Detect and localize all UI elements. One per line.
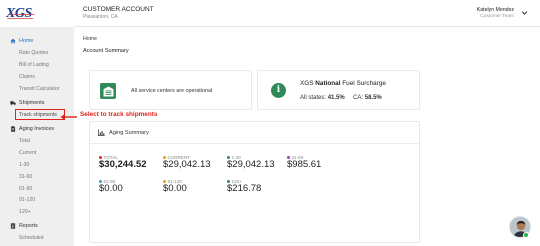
metric-total-value: $30,244.52 [99,159,147,170]
fuel-title-bold: National [315,80,341,87]
page-title: Account Summary [83,48,129,54]
app-root: XGS Home Rate Quotes Bill of Lading Clai… [0,0,540,246]
sidebar-item-transit-calculator[interactable]: Transit Calculator [0,83,74,95]
fuel-title-suffix: Fuel Surcharge [342,80,386,87]
ca-value: 58.5% [364,95,382,101]
ca-label: CA: [353,95,364,101]
sidebar-item-aging-120-plus[interactable]: 120+ [0,206,74,218]
top-header: CUSTOMER ACCOUNT Pleasanton, CA Katelyn … [74,0,540,27]
sidebar-item-aging-31-60[interactable]: 31-60 [0,171,74,183]
metric-61-90-value: $0.00 [99,183,123,194]
metric-91-120-value: $0.00 [163,183,187,194]
sidebar-item-aging-1-30[interactable]: 1-30 [0,159,74,171]
chevron-down-icon[interactable] [521,10,528,16]
annotation-arrow-icon [60,113,77,121]
sidebar-item-aging-invoices-label: Aging Invoices [19,125,55,132]
sidebar-item-aging-91-120[interactable]: 91-120 [0,194,74,206]
sidebar-item-scheduled[interactable]: Scheduled [0,233,74,245]
metric-current[interactable]: CURRENT $29,042.13 [163,155,211,170]
aging-summary-card: Aging Summary TOTAL $30,244.52 CURRENT $… [89,121,420,243]
sidebar-item-aging-61-90[interactable]: 61-90 [0,183,74,195]
sidebar-item-shipments-label: Shipments [19,99,45,106]
sidebar-item-rate-quotes[interactable]: Rate Quotes [0,48,74,60]
bar-chart-icon [98,129,105,136]
all-states-label: All states: [300,95,327,101]
info-icon: i [271,83,286,98]
warehouse-icon [100,83,116,99]
truck-icon [10,100,16,106]
sidebar-item-claims[interactable]: Claims [0,71,74,83]
sidebar-item-reports-label: Reports [19,223,38,230]
home-icon [10,38,16,44]
user-name[interactable]: Katelyn Mendez [477,7,514,13]
sidebar-item-aging-total[interactable]: Total [0,135,74,147]
sidebar-item-home-label: Home [19,38,34,44]
metric-120-plus[interactable]: 120+ $216.78 [227,179,261,194]
service-status-card: All service centers are operational [89,70,252,110]
sidebar-item-reports[interactable]: Reports [0,221,74,231]
sidebar: XGS Home Rate Quotes Bill of Lading Clai… [0,0,74,246]
sidebar-nav: Home Rate Quotes Bill of Lading Claims T… [0,27,74,244]
xgs-logo: XGS [6,5,32,21]
metric-120-plus-value: $216.78 [227,183,262,194]
metric-31-60[interactable]: 31-60 $985.61 [287,155,321,170]
document-icon [11,126,16,132]
logo-container[interactable]: XGS [0,0,74,27]
fuel-surcharge-rates: All states: 41.5% CA: 58.5% [300,95,382,101]
online-status-dot [523,232,529,238]
sidebar-item-home[interactable]: Home [0,36,74,46]
sidebar-item-bill-of-lading[interactable]: Bill of Lading [0,59,74,71]
service-status-text: All service centers are operational [131,88,213,94]
account-title: CUSTOMER ACCOUNT [83,6,154,13]
all-states-value: 41.5% [327,95,345,101]
fuel-surcharge-title: XGS National Fuel Surcharge [300,80,386,87]
account-location: Pleasanton, CA [83,14,118,20]
metric-61-90[interactable]: 61-90 $0.00 [99,179,123,194]
metric-current-value: $29,042.13 [163,159,211,170]
metric-31-60-value: $985.61 [287,159,322,170]
fuel-surcharge-card: i XGS National Fuel Surcharge All states… [257,70,420,110]
sidebar-item-shipments[interactable]: Shipments [0,98,74,108]
reports-icon [10,223,16,229]
aging-summary-title: Aging Summary [109,129,149,136]
sidebar-item-aging-invoices[interactable]: Aging Invoices [0,124,74,134]
fuel-title-prefix: XGS [300,80,314,87]
aging-divider [90,143,419,144]
metric-91-120[interactable]: 91-120 $0.00 [163,179,187,194]
metric-1-30[interactable]: 1-30 $29,042.13 [227,155,275,170]
sidebar-item-aging-current[interactable]: Current [0,147,74,159]
metric-1-30-value: $29,042.13 [227,159,275,170]
breadcrumb[interactable]: Home [83,36,97,42]
aging-summary-header: Aging Summary [98,129,149,136]
user-role: Customer Team [480,14,514,19]
track-shipments-highlight-box [15,109,65,121]
annotation-text: Select to track shipments [80,111,158,118]
metric-total[interactable]: TOTAL $30,244.52 [99,155,147,170]
